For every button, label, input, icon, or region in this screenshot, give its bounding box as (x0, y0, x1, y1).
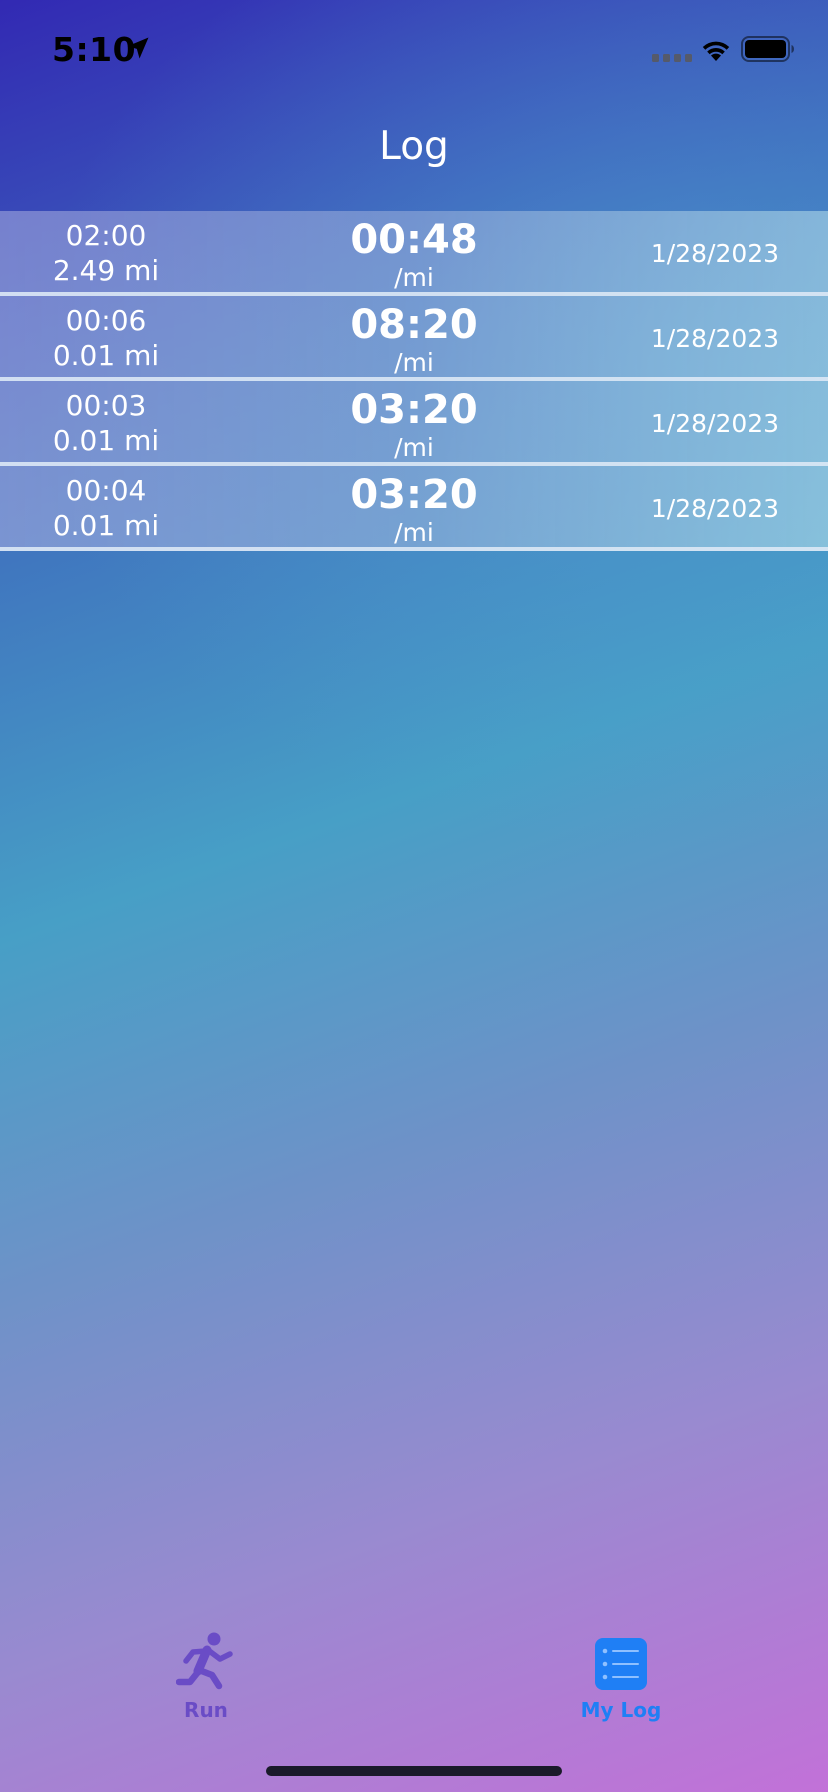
location-arrow-icon (127, 37, 149, 59)
pace-unit: /mi (394, 348, 434, 377)
run-date: 1/28/2023 (650, 239, 780, 268)
tab-label-my-log: My Log (580, 1698, 662, 1722)
pace-unit: /mi (394, 433, 434, 462)
tab-bar: Run My Log (0, 1630, 828, 1730)
log-row[interactable]: 00:03 0.01 mi 03:20 /mi 1/28/2023 (0, 381, 828, 466)
run-distance: 0.01 mi (52, 339, 160, 372)
run-date: 1/28/2023 (650, 324, 780, 353)
cell-signal-icon (652, 54, 692, 62)
tab-label-run: Run (184, 1698, 228, 1722)
status-bar: 5:10 (0, 0, 828, 100)
run-duration: 02:00 (65, 219, 147, 252)
tab-my-log[interactable]: My Log (551, 1630, 691, 1730)
run-duration: 00:03 (65, 389, 147, 422)
pace-unit: /mi (394, 263, 434, 292)
log-row[interactable]: 00:04 0.01 mi 03:20 /mi 1/28/2023 (0, 466, 828, 551)
list-icon (595, 1638, 647, 1690)
run-duration: 00:04 (65, 474, 147, 507)
log-row[interactable]: 02:00 2.49 mi 00:48 /mi 1/28/2023 (0, 211, 828, 296)
run-distance: 0.01 mi (52, 424, 160, 457)
run-pace: 03:20 (350, 387, 478, 433)
page-title: Log (379, 124, 449, 169)
run-pace: 00:48 (350, 217, 478, 263)
run-duration: 00:06 (65, 304, 147, 337)
log-list: 02:00 2.49 mi 00:48 /mi 1/28/2023 00:06 … (0, 211, 828, 551)
log-row[interactable]: 00:06 0.01 mi 08:20 /mi 1/28/2023 (0, 296, 828, 381)
run-date: 1/28/2023 (650, 409, 780, 438)
run-distance: 2.49 mi (52, 254, 160, 287)
home-indicator[interactable] (266, 1766, 562, 1776)
run-date: 1/28/2023 (650, 494, 780, 523)
battery-icon (741, 36, 794, 62)
run-pace: 03:20 (350, 472, 478, 518)
running-person-icon (176, 1632, 233, 1690)
wifi-icon (702, 41, 730, 61)
tab-run[interactable]: Run (136, 1630, 276, 1730)
run-distance: 0.01 mi (52, 509, 160, 542)
run-pace: 08:20 (350, 302, 478, 348)
pace-unit: /mi (394, 518, 434, 547)
